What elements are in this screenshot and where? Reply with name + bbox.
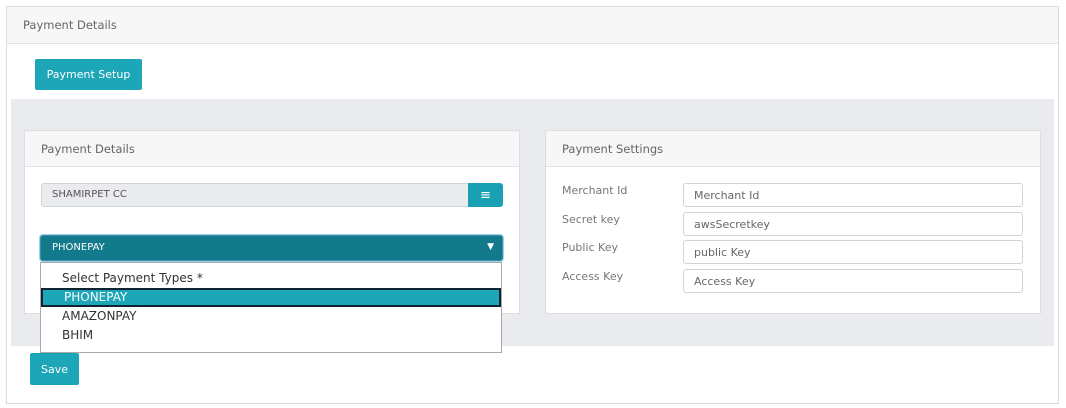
- card-title: Payment Details: [7, 7, 1058, 44]
- payment-setup-button[interactable]: Payment Setup: [35, 59, 142, 90]
- secret-key-field[interactable]: awsSecretkey: [683, 212, 1023, 236]
- save-button[interactable]: Save: [30, 353, 79, 385]
- option-phonepay[interactable]: PHONEPAY: [41, 288, 501, 307]
- caret-down-icon: ▼: [487, 242, 494, 252]
- merchant-id-field[interactable]: Merchant Id: [683, 183, 1023, 207]
- option-select-payment-types[interactable]: Select Payment Types *: [41, 269, 501, 288]
- access-key-field[interactable]: Access Key: [683, 269, 1023, 293]
- branch-field[interactable]: SHAMIRPET CC: [41, 183, 469, 207]
- select-value: PHONEPAY: [52, 242, 105, 253]
- panel-title: Payment Details: [25, 131, 519, 167]
- access-key-label: Access Key: [562, 270, 624, 283]
- public-key-label: Public Key: [562, 241, 618, 254]
- payment-type-select[interactable]: PHONEPAY ▼: [40, 235, 503, 261]
- panel-title: Payment Settings: [546, 131, 1040, 167]
- payment-type-dropdown: Select Payment Types * PHONEPAY AMAZONPA…: [40, 262, 502, 353]
- public-key-field[interactable]: public Key: [683, 240, 1023, 264]
- secret-key-label: Secret key: [562, 213, 620, 226]
- merchant-id-label: Merchant Id: [562, 184, 628, 197]
- option-amazonpay[interactable]: AMAZONPAY: [41, 307, 501, 326]
- hamburger-icon[interactable]: ≡: [468, 183, 503, 207]
- option-bhim[interactable]: BHIM: [41, 326, 501, 345]
